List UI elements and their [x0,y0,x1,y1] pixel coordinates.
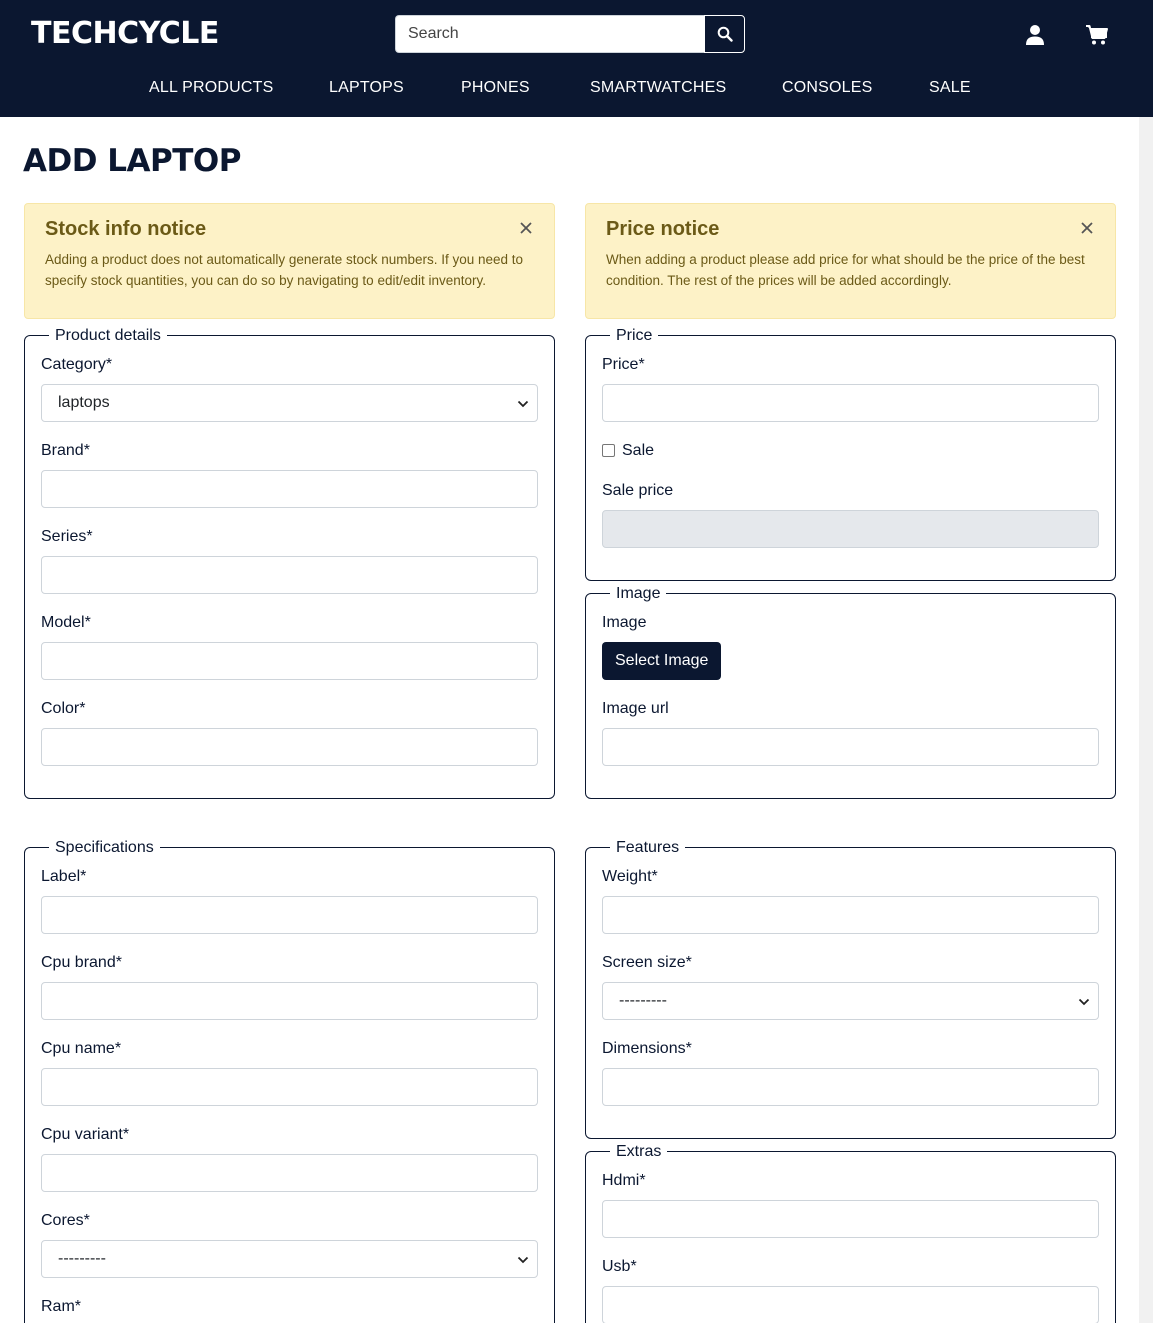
image-fieldset: Image Image Select Image Image url [585,584,1116,799]
screen-size-label: Screen size* [602,954,692,971]
stock-info-notice: Stock info notice Adding a product does … [24,203,555,319]
screen-size-selected-value: --------- [619,992,667,1009]
logo[interactable]: TECHCYCLE [31,16,219,51]
screen-size-select[interactable]: --------- [602,982,1099,1020]
price-input[interactable] [602,384,1099,422]
product-details-fieldset: Product details Category* laptops Brand*… [24,326,555,799]
notice-text: When adding a product please add price f… [606,252,1085,288]
cpu-variant-label: Cpu variant* [41,1126,130,1143]
nav-consoles[interactable]: CONSOLES [782,79,873,97]
cpu-name-label: Cpu name* [41,1040,122,1057]
fieldset-legend: Product details [49,326,167,346]
cart-icon [1086,25,1108,45]
cores-select[interactable]: --------- [41,1240,538,1278]
hdmi-label: Hdmi* [602,1172,646,1189]
cpu-brand-label: Cpu brand* [41,954,122,971]
cores-selected-value: --------- [58,1250,106,1267]
price-notice: Price notice When adding a product pleas… [585,203,1116,319]
chevron-down-icon [1078,998,1090,1006]
brand-input[interactable] [41,470,538,508]
usb-label: Usb* [602,1258,637,1275]
nav-phones[interactable]: PHONES [461,79,530,97]
image-url-input[interactable] [602,728,1099,766]
sale-price-label: Sale price [602,482,674,499]
cpu-name-input[interactable] [41,1068,538,1106]
page-title: ADD LAPTOP [23,143,241,179]
nav-laptops[interactable]: LAPTOPS [329,79,404,97]
nav-smartwatches[interactable]: SMARTWATCHES [590,79,726,97]
price-fieldset: Price Price* Sale Sale price [585,326,1116,581]
sale-price-input [602,510,1099,548]
specifications-fieldset: Specifications Label* Cpu brand* Cpu nam… [24,838,555,1323]
hdmi-input[interactable] [602,1200,1099,1238]
close-icon[interactable] [518,220,534,236]
scrollbar[interactable] [1139,117,1153,1323]
site-header: TECHCYCLE ALL PRODUCTS LAPTOPS PHONES SM… [0,0,1153,117]
search-icon [717,26,733,42]
close-icon[interactable] [1079,220,1095,236]
features-fieldset: Features Weight* Screen size* --------- … [585,838,1116,1139]
nav-all-products[interactable]: ALL PRODUCTS [149,79,274,97]
cpu-brand-input[interactable] [41,982,538,1020]
search-button[interactable] [704,15,745,53]
model-label: Model* [41,614,91,631]
ram-label: Ram* [41,1298,82,1315]
sale-checkbox[interactable] [602,444,615,457]
category-selected-value: laptops [58,394,110,411]
select-image-button[interactable]: Select Image [602,642,722,680]
dimensions-label: Dimensions* [602,1040,692,1057]
cores-label: Cores* [41,1212,90,1229]
color-input[interactable] [41,728,538,766]
sale-label[interactable]: Sale [622,442,654,460]
fieldset-legend: Features [610,838,686,858]
brand-label: Brand* [41,442,90,459]
label-input[interactable] [41,896,538,934]
dimensions-input[interactable] [602,1068,1099,1106]
search-bar [395,15,745,53]
fieldset-legend: Extras [610,1142,668,1162]
fieldset-legend: Specifications [49,838,160,858]
price-label: Price* [602,356,645,373]
usb-input[interactable] [602,1286,1099,1323]
user-icon [1026,25,1044,45]
weight-label: Weight* [602,868,658,885]
image-url-label: Image url [602,700,669,717]
fieldset-legend: Image [610,584,667,604]
image-label: Image [602,614,647,631]
main-nav: ALL PRODUCTS LAPTOPS PHONES SMARTWATCHES… [0,79,1153,101]
extras-fieldset: Extras Hdmi* Usb* [585,1142,1116,1323]
category-label: Category* [41,356,113,373]
fieldset-legend: Price [610,326,659,346]
label-label: Label* [41,868,87,885]
search-input[interactable] [395,15,704,53]
notice-title: Stock info notice [45,218,207,240]
series-label: Series* [41,528,93,545]
cpu-variant-input[interactable] [41,1154,538,1192]
series-input[interactable] [41,556,538,594]
chevron-down-icon [517,1256,529,1264]
model-input[interactable] [41,642,538,680]
notice-title: Price notice [606,218,720,240]
color-label: Color* [41,700,86,717]
weight-input[interactable] [602,896,1099,934]
account-button[interactable] [1022,22,1048,48]
nav-sale[interactable]: SALE [929,79,971,97]
cart-button[interactable] [1084,22,1110,48]
notice-text: Adding a product does not automatically … [45,252,524,288]
chevron-down-icon [517,400,529,408]
category-select[interactable]: laptops [41,384,538,422]
